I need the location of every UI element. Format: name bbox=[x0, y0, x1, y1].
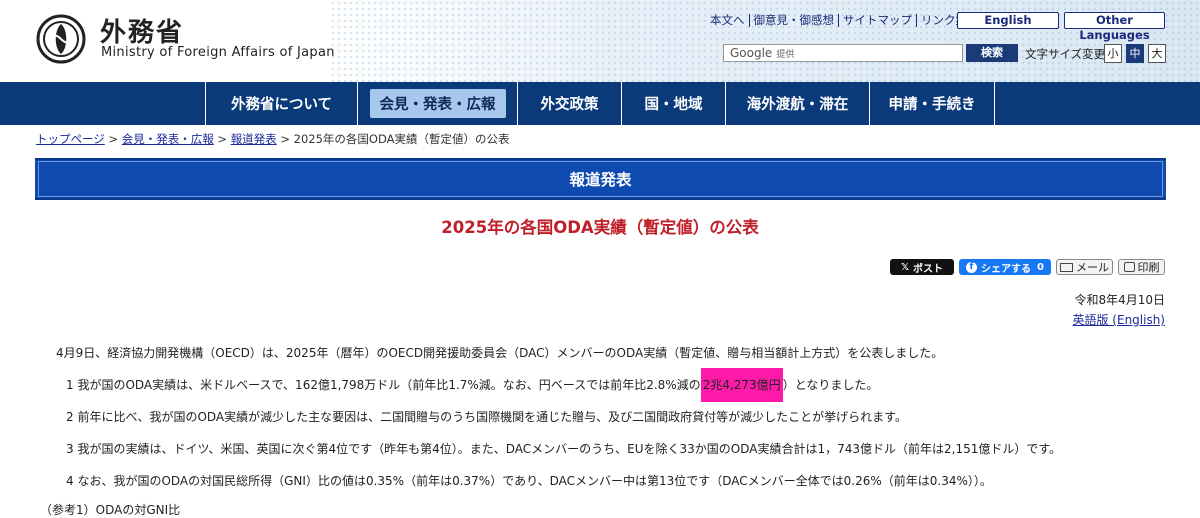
breadcrumb-press[interactable]: 会見・発表・広報 bbox=[122, 132, 214, 146]
search-button[interactable]: 検索 bbox=[966, 44, 1018, 62]
breadcrumb-top[interactable]: トップページ bbox=[36, 132, 105, 146]
point-3: 3 我が国の実績は、ドイツ、米国、英国に次ぐ第4位です（昨年も第4位）。また、D… bbox=[66, 442, 1062, 456]
page-title: 2025年の各国ODA実績（暫定値）の公表 bbox=[441, 218, 759, 237]
nav-policy[interactable]: 外交政策 bbox=[517, 82, 621, 125]
google-label: Google bbox=[730, 46, 773, 60]
printer-icon bbox=[1123, 262, 1135, 272]
nav-travel[interactable]: 海外渡航・滞在 bbox=[725, 82, 869, 125]
font-size-label: 文字サイズ変更 bbox=[1025, 47, 1106, 61]
site-subtitle[interactable]: Ministry of Foreign Affairs of Japan bbox=[101, 45, 335, 60]
link-sitemap[interactable]: サイトマップ bbox=[839, 14, 917, 27]
facebook-share-count: 0 bbox=[1037, 261, 1044, 273]
font-size-medium-button[interactable]: 中 bbox=[1126, 44, 1144, 63]
x-post-button[interactable]: 𝕏 ポスト bbox=[890, 259, 954, 275]
link-feedback[interactable]: 御意見・御感想 bbox=[750, 14, 839, 27]
x-icon: 𝕏 bbox=[900, 261, 910, 273]
facebook-icon: f bbox=[966, 261, 978, 273]
utility-links: 本文へ 御意見・御感想 サイトマップ リンク集 bbox=[706, 14, 971, 27]
site-title[interactable]: 外務省 bbox=[100, 12, 184, 49]
nav-about[interactable]: 外務省について bbox=[205, 82, 357, 125]
mail-icon bbox=[1060, 262, 1073, 272]
point-2: 2 前年に比べ、我が国のODA実績が減少した主な要因は、二国間贈与のうち国際機関… bbox=[66, 410, 907, 424]
font-size-large-button[interactable]: 大 bbox=[1148, 44, 1166, 63]
site-header: 外務省 Ministry of Foreign Affairs of Japan… bbox=[0, 0, 1200, 82]
nav-press[interactable]: 会見・発表・広報 bbox=[357, 82, 517, 125]
other-languages-button[interactable]: Other Languages bbox=[1064, 12, 1165, 42]
nav-procedures[interactable]: 申請・手続き bbox=[869, 82, 995, 125]
reference-heading: （参考1）ODAの対GNI比 bbox=[40, 503, 181, 517]
section-banner: 報道発表 bbox=[35, 158, 1166, 200]
highlighted-amount: 2兆4,273億円 bbox=[700, 368, 783, 402]
link-skip-to-content[interactable]: 本文へ bbox=[706, 14, 750, 27]
search-provided-label: 提供 bbox=[776, 50, 795, 60]
english-version-link[interactable]: 英語版 (English) bbox=[1072, 311, 1165, 328]
print-button[interactable]: 印刷 bbox=[1118, 259, 1165, 275]
font-size-small-button[interactable]: 小 bbox=[1104, 44, 1122, 63]
point-1: 1 我が国のODA実績は、米ドルベースで、162億1,798万ドル（前年比1.7… bbox=[66, 368, 878, 402]
mofa-emblem-icon[interactable] bbox=[36, 14, 86, 64]
breadcrumb: トップページ > 会見・発表・広報 > 報道発表 > 2025年の各国ODA実績… bbox=[36, 132, 510, 146]
english-button[interactable]: English bbox=[957, 12, 1059, 29]
search-input[interactable]: Google 提供 bbox=[723, 44, 963, 62]
publication-date: 令和8年4月10日 bbox=[1074, 293, 1165, 307]
intro-paragraph: 4月9日、経済協力開発機構（OECD）は、2025年（暦年）のOECD開発援助委… bbox=[56, 346, 944, 360]
global-nav: 外務省について 会見・発表・広報 外交政策 国・地域 海外渡航・滞在 申請・手続… bbox=[0, 82, 1200, 125]
mail-button[interactable]: メール bbox=[1056, 259, 1113, 275]
breadcrumb-press-release[interactable]: 報道発表 bbox=[231, 132, 277, 146]
breadcrumb-current: 2025年の各国ODA実績（暫定値）の公表 bbox=[293, 132, 510, 146]
point-4: 4 なお、我が国のODAの対国民総所得（GNI）比の値は0.35%（前年は0.3… bbox=[66, 474, 992, 488]
nav-countries[interactable]: 国・地域 bbox=[621, 82, 725, 125]
facebook-share-button[interactable]: f シェアする 0 bbox=[959, 259, 1051, 275]
